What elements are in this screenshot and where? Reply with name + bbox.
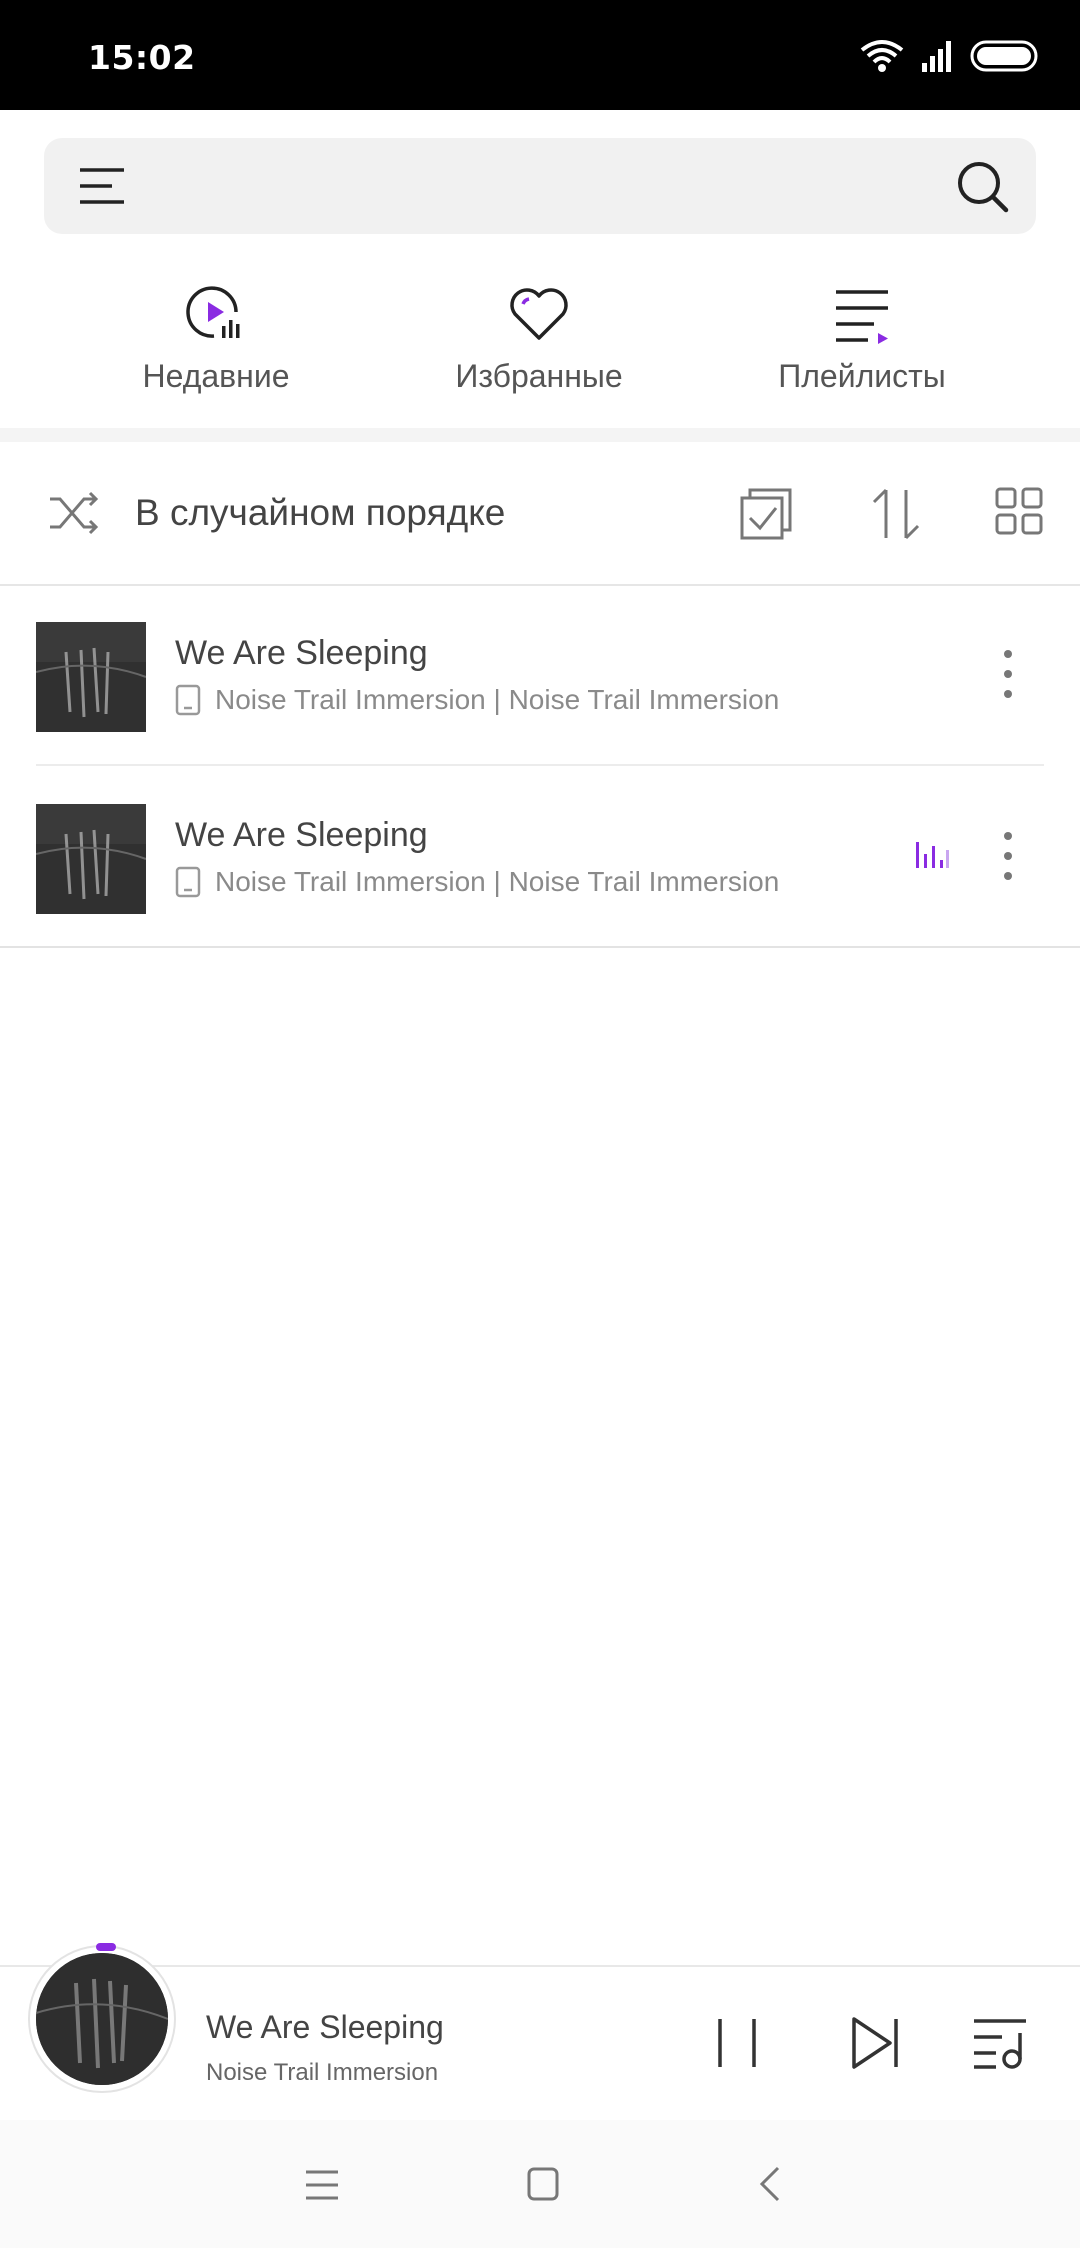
system-navigation-bar bbox=[0, 2120, 1080, 2248]
pause-icon[interactable] bbox=[712, 2017, 762, 2069]
status-icons bbox=[858, 36, 1040, 76]
now-playing-equalizer-icon bbox=[916, 842, 949, 868]
shuffle-play-label[interactable]: В случайном порядке bbox=[135, 492, 505, 534]
album-cover bbox=[36, 804, 146, 914]
tab-recent-label: Недавние bbox=[142, 358, 290, 394]
menu-icon[interactable] bbox=[78, 166, 126, 206]
song-row[interactable]: We Are Sleeping Noise Trail Immersion | … bbox=[0, 766, 1080, 948]
row-divider bbox=[0, 946, 1080, 948]
mini-player[interactable]: We Are Sleeping Noise Trail Immersion bbox=[0, 1943, 1080, 2122]
signal-icon bbox=[922, 41, 951, 72]
status-bar: 15:02 bbox=[0, 0, 1080, 110]
tab-playlists-label: Плейлисты bbox=[778, 358, 946, 394]
album-art bbox=[36, 1953, 168, 2085]
search-bar[interactable] bbox=[44, 138, 1036, 234]
song-row[interactable]: We Are Sleeping Noise Trail Immersion | … bbox=[0, 584, 1080, 766]
back-icon[interactable] bbox=[758, 2164, 782, 2204]
more-options-icon[interactable] bbox=[994, 826, 1022, 886]
song-title: We Are Sleeping bbox=[175, 634, 428, 672]
battery-icon bbox=[970, 40, 1038, 72]
shuffle-icon[interactable] bbox=[48, 487, 100, 539]
tab-favorites[interactable]: Избранные bbox=[419, 282, 659, 412]
section-divider bbox=[0, 428, 1080, 442]
mini-player-title: We Are Sleeping bbox=[206, 2009, 444, 2045]
next-track-icon[interactable] bbox=[850, 2015, 902, 2071]
home-icon[interactable] bbox=[526, 2166, 560, 2202]
album-cover bbox=[36, 622, 146, 732]
song-title: We Are Sleeping bbox=[175, 816, 428, 854]
tab-recent[interactable]: Недавние bbox=[96, 282, 336, 412]
playlist-icon bbox=[836, 290, 888, 344]
song-subtitle-row: Noise Trail Immersion | Noise Trail Imme… bbox=[175, 866, 779, 898]
song-subtitle: Noise Trail Immersion | Noise Trail Imme… bbox=[215, 684, 780, 715]
more-options-icon[interactable] bbox=[994, 644, 1022, 704]
recent-play-icon bbox=[186, 286, 240, 338]
list-toolbar: В случайном порядке bbox=[0, 442, 1080, 586]
mini-player-album-disc[interactable] bbox=[30, 1943, 174, 2091]
song-subtitle: Noise Trail Immersion | Noise Trail Imme… bbox=[215, 866, 780, 897]
recent-apps-icon[interactable] bbox=[304, 2168, 340, 2202]
quick-tabs: Недавние Избранные Плейлисты bbox=[0, 282, 1080, 432]
phone-storage-icon bbox=[175, 866, 201, 898]
playback-progress-indicator bbox=[96, 1943, 116, 1951]
mini-player-artist: Noise Trail Immersion bbox=[206, 2059, 439, 2086]
tab-favorites-label: Избранные bbox=[455, 358, 623, 394]
queue-icon[interactable] bbox=[972, 2017, 1030, 2069]
heart-icon bbox=[510, 288, 568, 340]
multi-select-icon[interactable] bbox=[738, 486, 794, 542]
tab-playlists[interactable]: Плейлисты bbox=[742, 282, 982, 412]
grid-view-icon[interactable] bbox=[994, 486, 1044, 536]
wifi-icon bbox=[860, 40, 904, 72]
sort-icon[interactable] bbox=[870, 486, 922, 542]
phone-storage-icon bbox=[175, 684, 201, 716]
song-subtitle-row: Noise Trail Immersion | Noise Trail Imme… bbox=[175, 684, 779, 716]
status-time: 15:02 bbox=[88, 38, 196, 77]
search-icon[interactable] bbox=[956, 160, 1010, 214]
